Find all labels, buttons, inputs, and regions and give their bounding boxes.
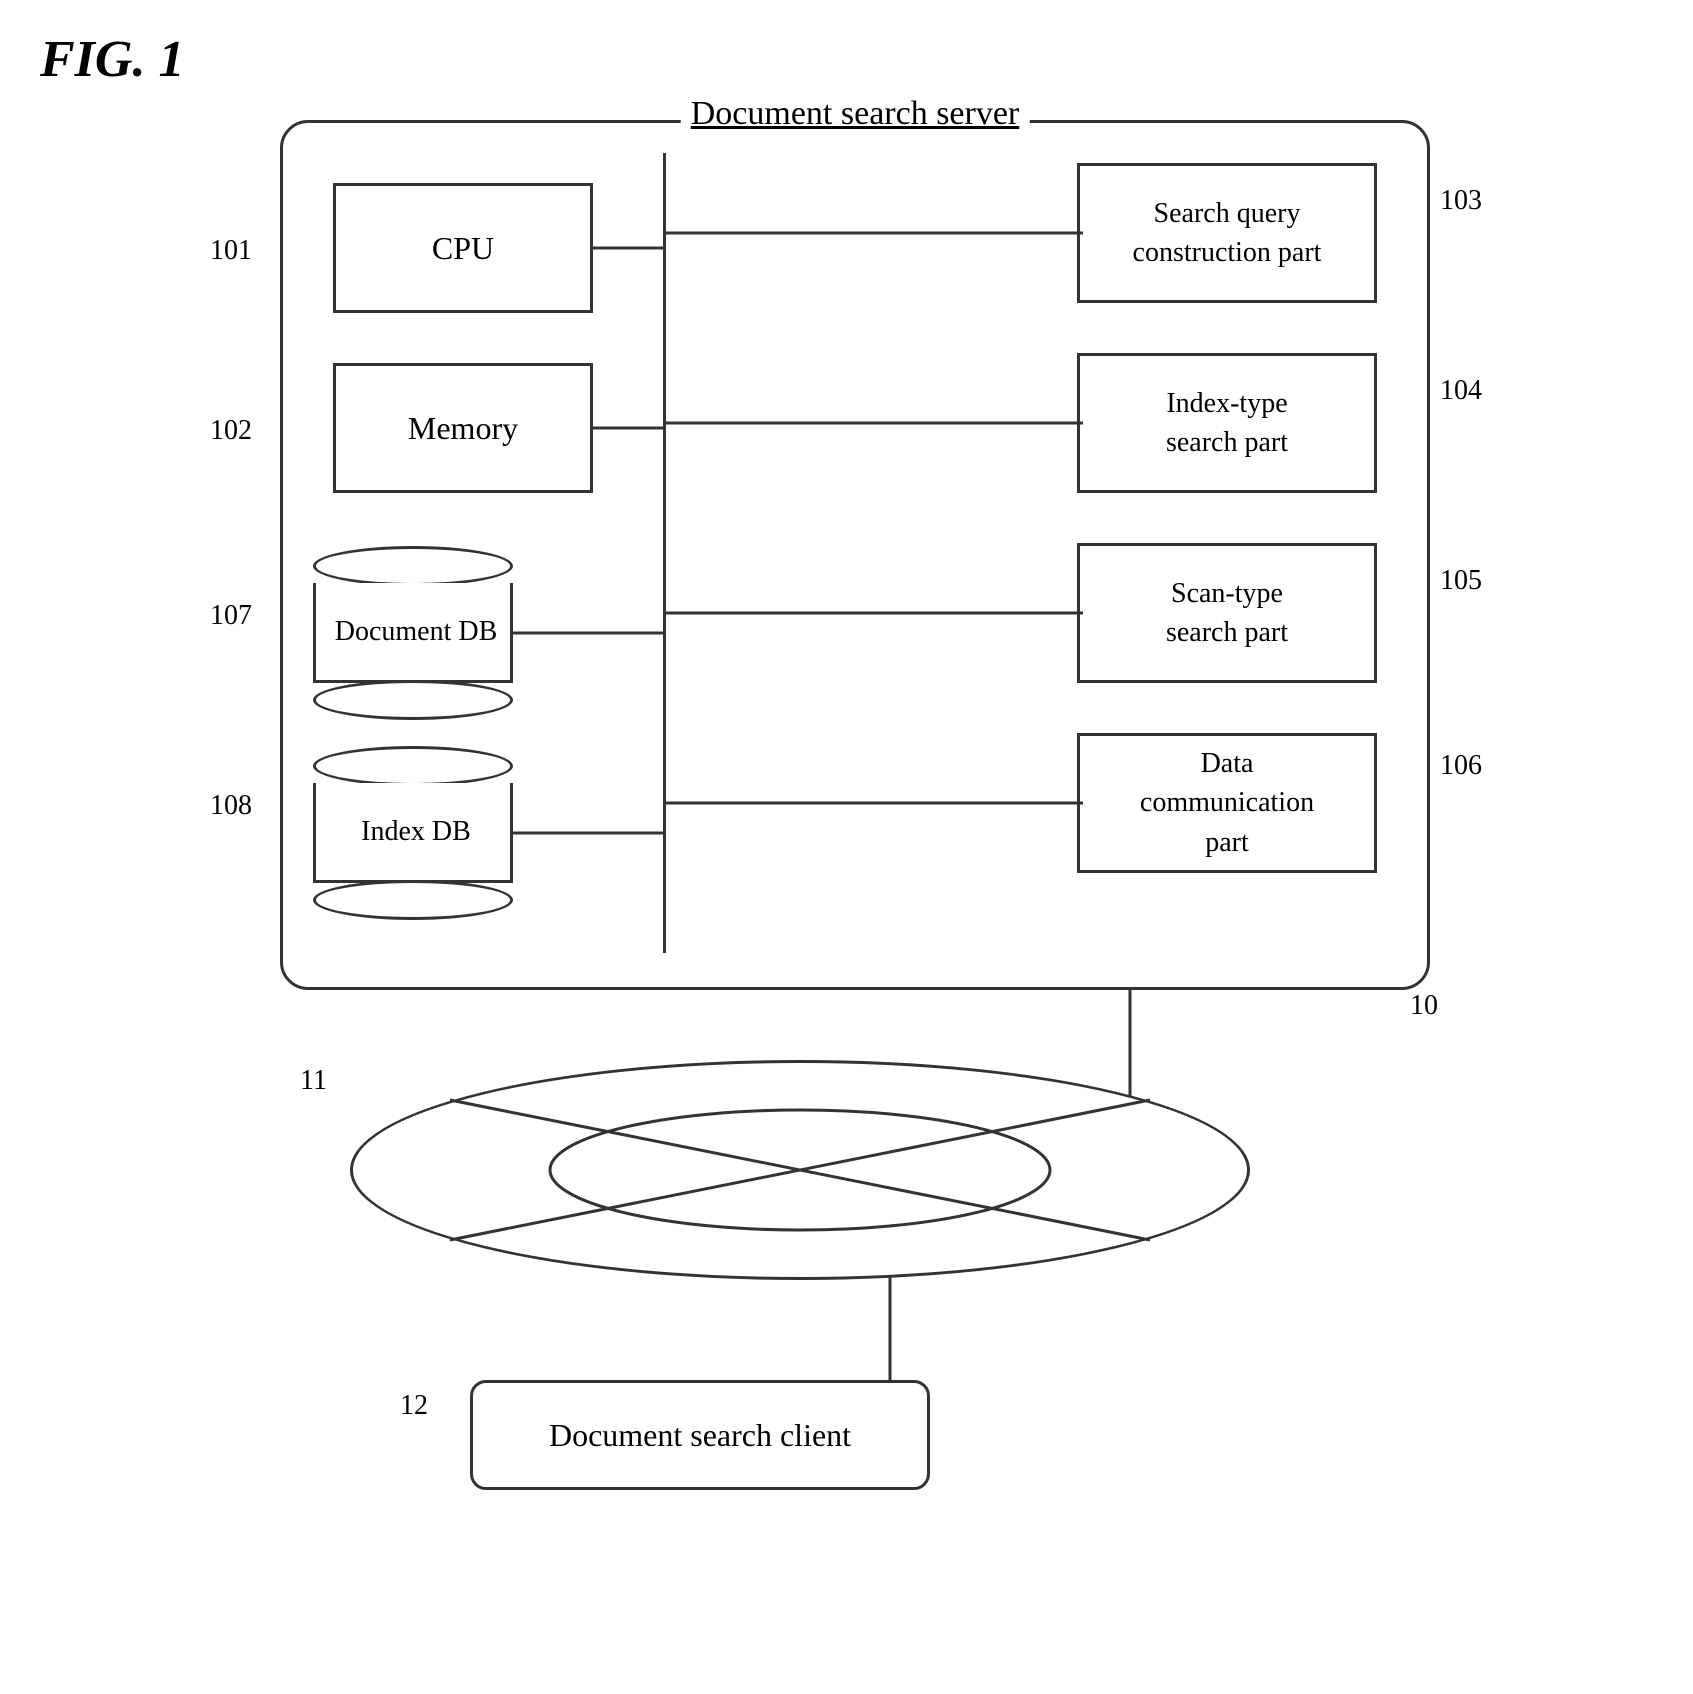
ref-101: 101 [210,235,252,267]
cpu-box: CPU [333,183,593,313]
client-box: Document search client [470,1380,930,1490]
scan-type-box: Scan-type search part [1077,543,1377,683]
ref-11: 11 [300,1065,327,1097]
diagram: Document search server CPU Memory Docume… [200,120,1550,1670]
document-db: Document DB [313,543,513,723]
ref-103: 103 [1440,185,1482,217]
ref-105: 105 [1440,565,1482,597]
data-comm-box: Data communication part [1077,733,1377,873]
index-db: Index DB [313,743,513,923]
network-svg [350,1060,1250,1280]
server-box: Document search server CPU Memory Docume… [280,120,1430,990]
index-type-box: Index-type search part [1077,353,1377,493]
network-to-client-line [200,1275,1550,1395]
ref-107: 107 [210,600,252,632]
memory-box: Memory [333,363,593,493]
ref-104: 104 [1440,375,1482,407]
ref-102: 102 [210,415,252,447]
server-title: Document search server [681,95,1030,133]
network-area [350,1060,1250,1280]
bus-line [663,153,666,953]
figure-label: FIG. 1 [40,30,184,89]
ref-106: 106 [1440,750,1482,782]
ref-108: 108 [210,790,252,822]
ref-12: 12 [400,1390,428,1422]
search-query-box: Search query construction part [1077,163,1377,303]
